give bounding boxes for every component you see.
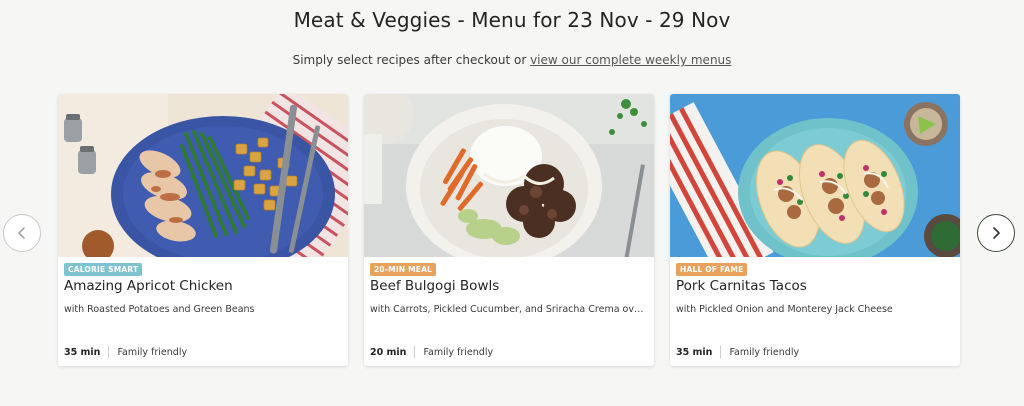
- cook-time: 20 min: [370, 346, 407, 358]
- recipe-subtitle: with Pickled Onion and Monterey Jack Che…: [676, 304, 893, 315]
- subtitle-text: Simply select recipes after checkout or: [292, 53, 531, 67]
- recipe-meta: 20 min Family friendly: [370, 346, 493, 358]
- recipe-tag: Family friendly: [117, 346, 188, 358]
- twenty-min-meal-badge: 20-MIN MEAL: [370, 263, 437, 276]
- hall-of-fame-badge: HALL OF FAME: [676, 263, 748, 276]
- recipe-meta: 35 min Family friendly: [676, 346, 799, 358]
- recipe-tag: Family friendly: [729, 346, 800, 358]
- recipe-meta: 35 min Family friendly: [64, 346, 187, 358]
- beef-bulgogi-photo: [364, 94, 654, 257]
- apricot-chicken-photo: [58, 94, 348, 257]
- page-title: Meat & Veggies - Menu for 23 Nov - 29 No…: [293, 8, 731, 32]
- cook-time: 35 min: [64, 346, 101, 358]
- carousel-prev-button[interactable]: [3, 214, 41, 252]
- recipe-title: Amazing Apricot Chicken: [64, 278, 233, 294]
- subtitle: Simply select recipes after checkout or …: [0, 53, 1024, 67]
- menu-section: Meat & Veggies - Menu for 23 Nov - 29 No…: [0, 0, 1024, 406]
- chevron-right-icon: [993, 227, 1000, 239]
- meta-divider: [720, 346, 722, 358]
- recipe-card[interactable]: CALORIE SMART Amazing Apricot Chicken wi…: [58, 94, 348, 366]
- recipe-card[interactable]: 20-MIN MEAL Beef Bulgogi Bowls with Carr…: [364, 94, 654, 366]
- recipe-card[interactable]: HALL OF FAME Pork Carnitas Tacos with Pi…: [670, 94, 960, 366]
- meta-divider: [108, 346, 110, 358]
- carousel-next-button[interactable]: [977, 214, 1015, 252]
- weekly-menus-link[interactable]: view our complete weekly menus: [530, 53, 731, 67]
- recipe-title: Beef Bulgogi Bowls: [370, 278, 500, 294]
- meta-divider: [414, 346, 416, 358]
- recipe-tag: Family friendly: [423, 346, 494, 358]
- recipe-title: Pork Carnitas Tacos: [676, 278, 807, 294]
- recipe-subtitle: with Roasted Potatoes and Green Beans: [64, 304, 255, 315]
- chevron-left-icon: [18, 227, 25, 239]
- recipe-subtitle: with Carrots, Pickled Cucumber, and Srir…: [370, 304, 648, 315]
- pork-tacos-photo: [670, 94, 960, 257]
- cook-time: 35 min: [676, 346, 713, 358]
- calorie-smart-badge: CALORIE SMART: [64, 263, 143, 276]
